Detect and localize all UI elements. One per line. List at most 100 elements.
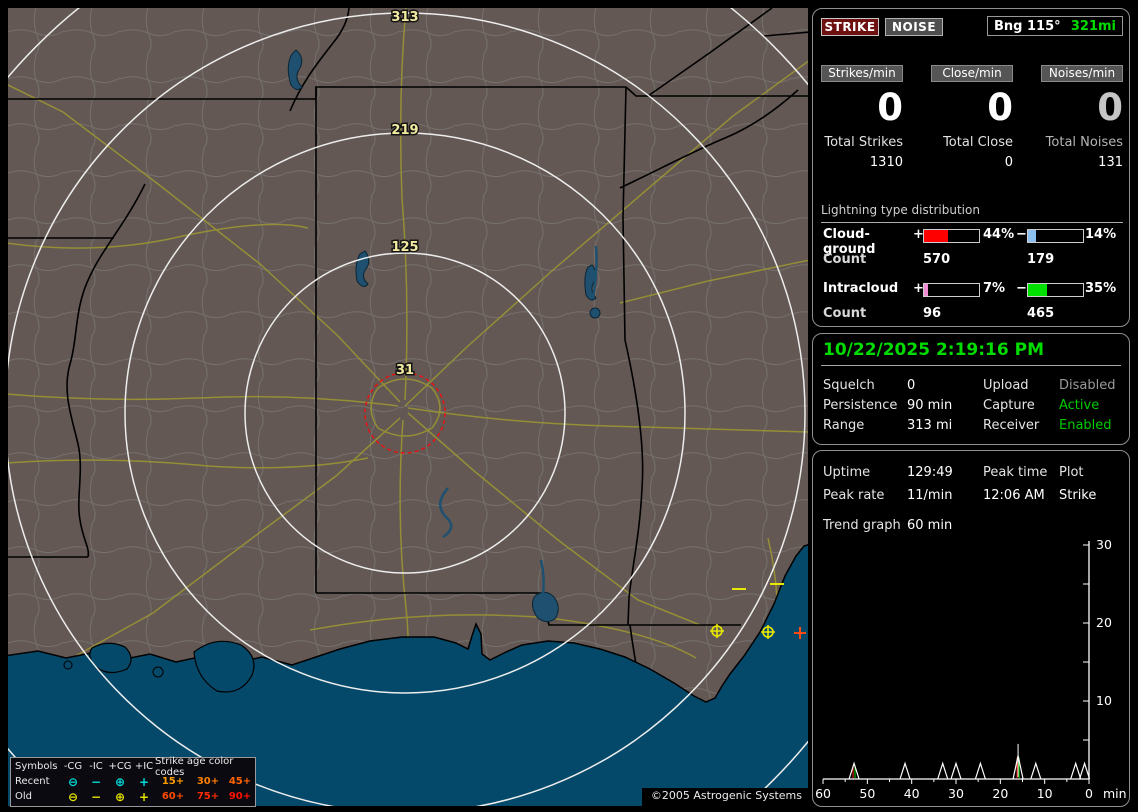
x-tick-label: 30 (948, 786, 964, 801)
minus-icon: − (90, 789, 102, 804)
bearing-readout: Bng 115° 321mi (987, 16, 1123, 36)
total-close-label: Total Close (943, 135, 1013, 150)
ring-label-313: 313 (391, 10, 418, 25)
trend-graph-label: Trend graph (823, 518, 901, 533)
x-tick-label: 0 (1085, 786, 1093, 801)
x-tick-label: 60 (815, 786, 831, 801)
trend-peak (950, 761, 962, 780)
ring-label-31: 31 (396, 363, 414, 378)
legend-row-old-label: Old (15, 791, 32, 802)
x-tick-label: 50 (859, 786, 875, 801)
upload-status: Disabled (1059, 378, 1116, 393)
circle-plus-icon: ⊕ (114, 774, 126, 789)
peak-time-value: 12:06 AM (983, 488, 1045, 503)
strike-panel: STRIKE NOISE Bng 115° 321mi Strikes/min … (812, 8, 1130, 327)
ic-negative-fill (1028, 284, 1048, 296)
strikes-per-min-chip: Strikes/min (821, 65, 903, 82)
circle-plus-icon: ⊕ (114, 789, 126, 804)
plus-icon: + (138, 789, 150, 804)
age-30: 30+ (196, 776, 220, 787)
noises-counter: Noises/min 0 Total Noises 131 (1041, 65, 1123, 170)
plot-label: Plot (1059, 465, 1084, 480)
x-tick-label: 10 (1037, 786, 1053, 801)
total-noises-value: 131 (1098, 155, 1123, 170)
plot-mode-value: Strike (1059, 488, 1097, 503)
noise-mode-button[interactable]: NOISE (885, 18, 943, 36)
cg-positive-pct: 44% (983, 227, 1015, 242)
ring-label-219: 219 (391, 123, 418, 138)
upload-label: Upload (983, 378, 1029, 393)
legend-col-pos-cg: +CG (108, 760, 132, 772)
cg-positive-fill (924, 230, 949, 242)
cg-negative-count: 179 (1027, 252, 1055, 267)
uptime-value: 129:49 (907, 465, 953, 480)
capture-label: Capture (983, 398, 1035, 413)
total-strikes-value: 1310 (869, 155, 903, 170)
x-tick-label: 20 (992, 786, 1008, 801)
legend-col-neg-ic: -IC (89, 760, 103, 772)
divider (821, 365, 1121, 366)
receiver-status: Enabled (1059, 418, 1112, 433)
trend-peak (848, 761, 860, 780)
receiver-label: Receiver (983, 418, 1040, 433)
distribution-title: Lightning type distribution (821, 203, 1123, 223)
close-counter: Close/min 0 Total Close 0 (931, 65, 1013, 170)
copyright-text: ©2005 Astrogenic Systems (641, 788, 808, 806)
trend-peak (1078, 761, 1091, 780)
noises-per-min-value: 0 (1097, 86, 1123, 129)
ic-negative-count: 465 (1027, 306, 1055, 321)
cg-negative-bar (1027, 229, 1084, 243)
cg-positive-count: 570 (923, 252, 951, 267)
peak-rate-label: Peak rate (823, 488, 885, 503)
ic-positive-bar (923, 283, 980, 297)
bearing-distance: 321mi (1070, 18, 1116, 34)
strikes-per-min-value: 0 (877, 86, 903, 129)
squelch-value: 0 (907, 378, 916, 393)
strike-mode-button[interactable]: STRIKE (821, 18, 879, 36)
count-label: Count (823, 306, 867, 321)
total-noises-label: Total Noises (1045, 135, 1123, 150)
lightning-map[interactable]: 313 219 125 31 Symbols -CG -IC +CG +IC S… (8, 8, 808, 807)
age-75: 75+ (196, 791, 220, 802)
strikes-counter: Strikes/min 0 Total Strikes 1310 (821, 65, 903, 170)
cg-negative-pct: 14% (1085, 227, 1117, 242)
map-canvas: 313 219 125 31 (8, 8, 808, 806)
persistence-value: 90 min (907, 398, 953, 413)
legend-age-header: Strike age color codes (155, 755, 234, 778)
legend-header-symbols: Symbols (15, 761, 58, 772)
trend-axes (823, 541, 1090, 780)
trend-peak (1030, 761, 1042, 780)
bearing-value: Bng 115° (994, 18, 1061, 34)
squelch-label: Squelch (823, 378, 875, 393)
symbols-legend: Symbols -CG -IC +CG +IC Strike age color… (10, 755, 256, 807)
ic-negative-pct: 35% (1085, 281, 1117, 296)
ic-positive-fill (924, 284, 928, 296)
trend-peak (1070, 761, 1082, 780)
trend-peak (899, 761, 911, 780)
minus-sign: − (1016, 227, 1027, 242)
ic-positive-count: 96 (923, 306, 942, 321)
intracloud-label: Intracloud (823, 281, 899, 296)
age-15: 15+ (161, 776, 185, 787)
ic-negative-bar (1027, 283, 1084, 297)
capture-status: Active (1059, 398, 1100, 413)
trend-peak (974, 761, 986, 780)
trend-graph: 10 20 30 60 50 40 30 20 10 0 min (815, 537, 1127, 801)
circle-minus-icon: ⊖ (67, 789, 79, 804)
x-tick-label: 40 (904, 786, 920, 801)
y-tick-label: 20 (1096, 615, 1112, 630)
plus-icon: + (138, 774, 150, 789)
age-60: 60+ (161, 791, 185, 802)
range-label: Range (823, 418, 865, 433)
legend-row-recent-label: Recent (15, 776, 50, 787)
minus-sign: − (1016, 281, 1027, 296)
circle-minus-icon: ⊖ (67, 774, 79, 789)
cg-negative-fill (1028, 230, 1036, 242)
ring-label-125: 125 (391, 240, 418, 255)
stats-panel: Uptime 129:49 Peak time Plot Peak rate 1… (812, 450, 1130, 807)
total-close-value: 0 (1004, 155, 1013, 170)
close-per-min-chip: Close/min (931, 65, 1013, 82)
count-label: Count (823, 252, 867, 267)
status-panel: 10/22/2025 2:19:16 PM Squelch 0 Upload D… (812, 333, 1130, 445)
cg-positive-bar (923, 229, 980, 243)
